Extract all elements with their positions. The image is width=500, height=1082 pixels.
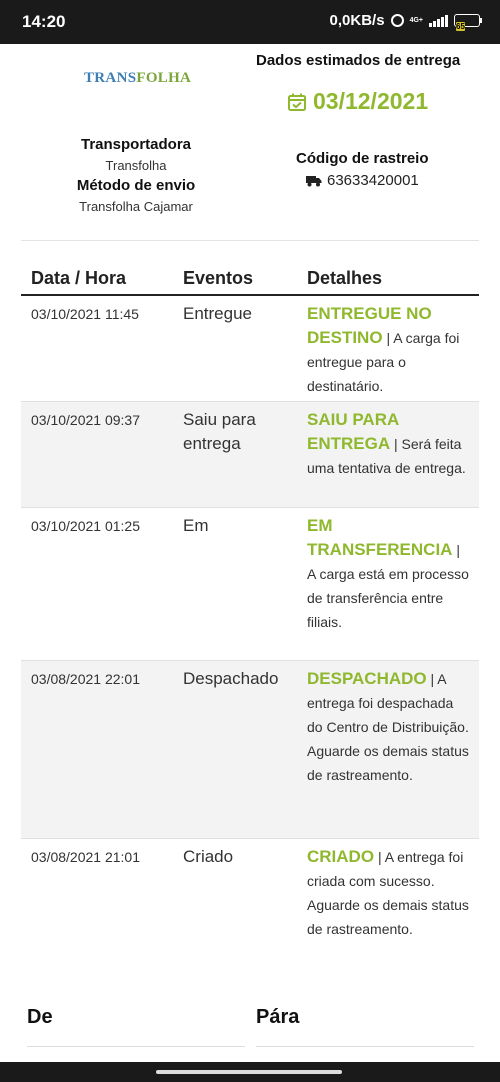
row-event: Em bbox=[183, 516, 209, 535]
row-datetime: 03/10/2021 01:25 bbox=[31, 518, 140, 534]
battery-level: 65 bbox=[456, 22, 465, 31]
tracking-row: 63633420001 bbox=[306, 172, 419, 189]
table-header: Data / Hora Eventos Detalhes bbox=[21, 262, 479, 296]
table-row: 03/08/2021 21:01 Criado CRIADO | A entre… bbox=[21, 839, 479, 974]
row-status: SAIU PARA ENTREGA bbox=[307, 410, 399, 453]
col-details: Detalhes bbox=[307, 268, 383, 288]
row-datetime: 03/10/2021 09:37 bbox=[31, 412, 140, 428]
row-event: Entregue bbox=[183, 304, 252, 323]
tracking-title: Código de rastreio bbox=[296, 150, 429, 167]
home-gesture-handle[interactable] bbox=[156, 1070, 342, 1074]
alarm-icon bbox=[390, 14, 404, 27]
row-datetime: 03/08/2021 22:01 bbox=[31, 671, 140, 687]
col-datetime: Data / Hora bbox=[31, 268, 127, 288]
row-detail: DESPACHADO | A entrega foi despachada do… bbox=[307, 669, 469, 783]
col-events: Eventos bbox=[183, 268, 254, 288]
navigation-bar bbox=[0, 1062, 500, 1082]
row-detail: CRIADO | A entrega foi criada com sucess… bbox=[307, 847, 469, 937]
carrier-value: Transfolha bbox=[105, 158, 167, 173]
estimate-title: Dados estimados de entrega bbox=[256, 52, 461, 69]
row-event: Despachado bbox=[183, 669, 279, 688]
row-status: CRIADO bbox=[307, 847, 375, 866]
carrier-info: Transportadora Transfolha Método de envi… bbox=[56, 136, 216, 214]
from-divider bbox=[27, 1046, 245, 1047]
row-description: A carga está em processo de transferênci… bbox=[307, 566, 469, 630]
row-datetime: 03/08/2021 21:01 bbox=[31, 849, 140, 865]
row-status: EM TRANSFERENCIA bbox=[307, 516, 453, 559]
row-status: DESPACHADO bbox=[307, 669, 427, 688]
row-event: Saiu para entrega bbox=[183, 410, 256, 453]
carrier-title: Transportadora bbox=[80, 136, 192, 153]
row-event: Criado bbox=[183, 847, 234, 866]
tracking-number[interactable]: 63633420001 bbox=[327, 172, 419, 189]
logo-suffix: Folha bbox=[136, 70, 192, 86]
table-row: 03/08/2021 22:01 Despachado DESPACHADO |… bbox=[21, 661, 479, 839]
row-detail: EM TRANSFERENCIA | A carga está em proce… bbox=[307, 516, 469, 630]
network-speed: 0,0KB/s bbox=[329, 12, 385, 29]
header-divider bbox=[21, 240, 479, 241]
table-row: 03/10/2021 01:25 Em EM TRANSFERENCIA | A… bbox=[21, 508, 479, 661]
to-divider bbox=[256, 1046, 474, 1047]
row-detail: SAIU PARA ENTREGA | Será feita uma tenta… bbox=[307, 410, 466, 476]
status-icons: 0,0KB/s 4G+ 65 bbox=[329, 12, 482, 31]
clock: 14:20 bbox=[22, 12, 66, 31]
method-title: Método de envio bbox=[76, 177, 196, 194]
status-bar: 14:20 0,0KB/s 4G+ 65 bbox=[0, 0, 500, 44]
signal-icon bbox=[429, 14, 448, 27]
calendar-check-icon bbox=[288, 93, 306, 111]
table-row: 03/10/2021 11:45 Entregue ENTREGUE NO DE… bbox=[21, 296, 479, 402]
row-datetime: 03/10/2021 11:45 bbox=[31, 306, 139, 322]
method-value: Transfolha Cajamar bbox=[79, 199, 193, 214]
carrier-logo: TransFolha bbox=[84, 70, 191, 87]
estimate-date: 03/12/2021 bbox=[313, 88, 429, 114]
logo-prefix: Trans bbox=[84, 70, 137, 86]
row-detail: ENTREGUE NO DESTINO | A carga foi entreg… bbox=[307, 304, 460, 394]
truck-icon bbox=[306, 175, 322, 186]
from-label: De bbox=[27, 1006, 53, 1028]
estimate-date-row: 03/12/2021 bbox=[287, 88, 428, 115]
network-type: 4G+ bbox=[409, 17, 423, 24]
to-label: Pára bbox=[256, 1006, 300, 1028]
battery-icon: 65 bbox=[454, 14, 482, 31]
table-row: 03/10/2021 09:37 Saiu para entrega SAIU … bbox=[21, 402, 479, 508]
